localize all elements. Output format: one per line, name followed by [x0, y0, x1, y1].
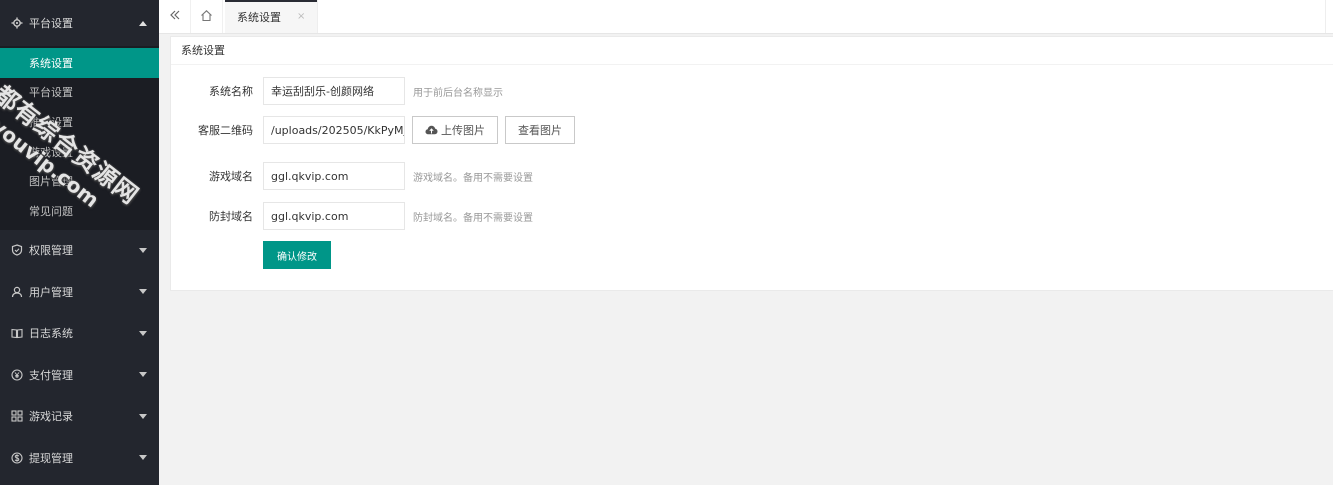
- system-name-input[interactable]: 幸运刮刮乐-创颜网络: [263, 77, 405, 105]
- view-image-button[interactable]: 查看图片: [505, 116, 575, 144]
- sidebar-item-image-management[interactable]: 图片管理: [0, 166, 159, 196]
- double-chevron-left-icon: [169, 9, 181, 24]
- field-label: 游戏域名: [209, 170, 253, 183]
- nav-group-head-payments[interactable]: 支付管理: [0, 354, 159, 396]
- nav-group-payments: 支付管理: [0, 354, 159, 396]
- nav-group-label: 日志系统: [29, 327, 73, 341]
- nav-group-head-platform-settings[interactable]: 平台设置: [0, 0, 159, 46]
- nav-group-label: 游戏记录: [29, 410, 73, 424]
- form-row-game-domain: 游戏域名 ggl.qkvip.com 游戏域名。备用不需要设置: [171, 162, 533, 190]
- nav-group-label: 权限管理: [29, 244, 73, 258]
- sidebar-item-label: 推广设置: [29, 115, 73, 129]
- caret-down-icon: [139, 372, 147, 378]
- nav-group-label: 提现管理: [29, 451, 73, 465]
- caret-down-icon: [139, 330, 147, 336]
- form-row-system-name: 系统名称 幸运刮刮乐-创颜网络 用于前后台名称显示: [171, 77, 503, 105]
- tab-system-settings[interactable]: 系统设置 ×: [225, 0, 319, 33]
- field-label: 系统名称: [209, 85, 253, 98]
- nav-group-label: 支付管理: [29, 368, 73, 382]
- view-button-label: 查看图片: [518, 124, 562, 137]
- caret-down-icon: [139, 413, 147, 419]
- nav-group-head-logs[interactable]: 日志系统: [0, 313, 159, 355]
- nav-group-head-users[interactable]: 用户管理: [0, 271, 159, 313]
- upload-image-button[interactable]: 上传图片: [412, 116, 498, 144]
- grid-icon: [10, 410, 23, 423]
- field-hint: 用于前后台名称显示: [413, 87, 503, 99]
- nav-group-label: 用户管理: [29, 285, 73, 299]
- game-domain-input[interactable]: ggl.qkvip.com: [263, 162, 405, 190]
- subnav-platform-settings: 系统设置 平台设置 推广设置 游戏设置 图片管理 常见问题: [0, 46, 159, 230]
- nav-group-game-records: 游戏记录: [0, 396, 159, 438]
- field-hint: 防封域名。备用不需要设置: [413, 212, 533, 224]
- close-icon[interactable]: ×: [297, 11, 305, 22]
- field-hint: 游戏域名。备用不需要设置: [413, 172, 533, 184]
- anti-block-domain-input[interactable]: ggl.qkvip.com: [263, 202, 405, 230]
- yen-icon: [10, 368, 23, 381]
- caret-down-icon: [139, 247, 147, 253]
- sidebar-item-label: 图片管理: [29, 175, 73, 189]
- sidebar-item-game-settings[interactable]: 游戏设置: [0, 137, 159, 167]
- home-icon: [200, 9, 213, 25]
- tab-bar-right-edge: [1325, 0, 1333, 33]
- field-label: 防封域名: [209, 210, 253, 223]
- shield-icon: [10, 244, 23, 257]
- collapse-sidebar-button[interactable]: [159, 0, 191, 33]
- home-button[interactable]: [191, 0, 223, 33]
- nav-group-head-game-records[interactable]: 游戏记录: [0, 396, 159, 438]
- nav-group-permissions: 权限管理: [0, 230, 159, 272]
- sidebar: 平台设置 系统设置 平台设置 推广设置 游戏设置 图片管理 常见问题 权限管理 …: [0, 0, 159, 485]
- caret-down-icon: [139, 289, 147, 295]
- settings-card: 系统设置 系统名称 幸运刮刮乐-创颜网络 用于前后台名称显示 客服二维码 /up…: [170, 36, 1333, 291]
- tab-label: 系统设置: [237, 10, 281, 24]
- sidebar-item-label: 系统设置: [29, 56, 73, 70]
- user-icon: [10, 285, 23, 298]
- sidebar-item-platform-settings[interactable]: 平台设置: [0, 78, 159, 108]
- confirm-submit-button[interactable]: 确认修改: [263, 241, 331, 269]
- field-label: 客服二维码: [198, 124, 253, 137]
- tab-bar: 系统设置 ×: [159, 0, 1333, 34]
- gear-icon: [10, 17, 23, 30]
- caret-up-icon: [139, 20, 147, 26]
- form-row-qr-code: 客服二维码 /uploads/202505/KkPyMjNHf 上传图片 查看图…: [171, 116, 575, 144]
- sidebar-item-label: 游戏设置: [29, 145, 73, 159]
- nav-group-platform-settings: 平台设置 系统设置 平台设置 推广设置 游戏设置 图片管理 常见问题: [0, 0, 159, 230]
- cloud-upload-icon: [425, 125, 438, 135]
- caret-down-icon: [139, 455, 147, 461]
- nav-group-head-withdrawals[interactable]: 提现管理: [0, 437, 159, 479]
- sidebar-item-faq[interactable]: 常见问题: [0, 196, 159, 226]
- form-row-anti-block-domain: 防封域名 ggl.qkvip.com 防封域名。备用不需要设置: [171, 202, 533, 230]
- nav-group-head-permissions[interactable]: 权限管理: [0, 230, 159, 272]
- nav-group-label: 平台设置: [29, 17, 73, 30]
- book-icon: [10, 327, 23, 340]
- dollar-icon: [10, 451, 23, 464]
- sidebar-item-label: 平台设置: [29, 86, 73, 100]
- qr-code-path-input[interactable]: /uploads/202505/KkPyMjNHf: [263, 116, 405, 144]
- nav-group-logs: 日志系统: [0, 313, 159, 355]
- sidebar-item-label: 常见问题: [29, 204, 73, 218]
- sidebar-item-promotion-settings[interactable]: 推广设置: [0, 107, 159, 137]
- nav-group-withdrawals: 提现管理: [0, 437, 159, 479]
- nav-group-users: 用户管理: [0, 271, 159, 313]
- card-title: 系统设置: [171, 37, 1333, 65]
- sidebar-item-system-settings[interactable]: 系统设置: [0, 48, 159, 78]
- upload-button-label: 上传图片: [441, 124, 485, 137]
